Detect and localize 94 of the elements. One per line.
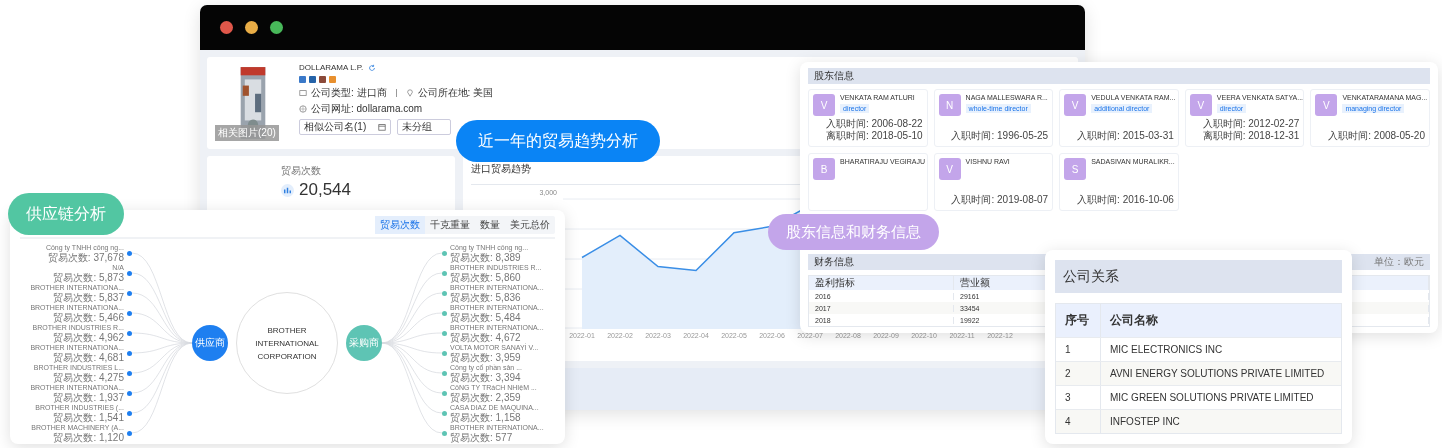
- node-dot[interactable]: [127, 290, 132, 296]
- section-title: 财务信息: [814, 255, 854, 269]
- node-dot[interactable]: [442, 350, 447, 356]
- select-field[interactable]: 相似公司名(1): [299, 119, 391, 135]
- trade-count: 贸易次数: 5,837: [53, 292, 124, 303]
- avatar: V: [938, 158, 961, 180]
- supplier-node[interactable]: 供应商: [192, 325, 228, 361]
- trade-count: 贸易次数: 1,158: [450, 412, 522, 423]
- company-website: 公司网址: dollarama.com: [311, 102, 423, 116]
- node-dot[interactable]: [127, 430, 132, 436]
- callout-badge: 供应链分析: [8, 193, 124, 235]
- select-field[interactable]: 未分组: [397, 119, 451, 135]
- node-dot[interactable]: [127, 330, 132, 336]
- avatar: V: [1315, 94, 1338, 116]
- callout-badge: 近一年的贸易趋势分析: [456, 120, 660, 162]
- node-dot[interactable]: [442, 430, 447, 436]
- node-dot[interactable]: [127, 350, 132, 356]
- refresh-icon[interactable]: [368, 63, 377, 72]
- column-header: 盈利指标: [809, 276, 954, 290]
- node-dot[interactable]: [442, 250, 447, 256]
- stat-value: 20,544: [299, 180, 351, 200]
- trade-count: 贸易次数: 577: [450, 432, 514, 443]
- node-dot[interactable]: [442, 330, 447, 336]
- column-header: 序号: [1056, 304, 1101, 337]
- trade-count: 贸易次数: 1,937: [53, 392, 124, 403]
- table-cell-text: INFOSTEP INC: [1109, 415, 1181, 429]
- company-name: DOLLARAMA L.P.: [299, 63, 364, 72]
- tag-icon: [299, 89, 307, 97]
- trade-count: 贸易次数: 37,678: [47, 252, 124, 263]
- node-dot[interactable]: [442, 370, 447, 376]
- trade-count: 贸易次数: 5,860: [450, 272, 522, 283]
- date-text: 离职时间: 2018-12-31: [1202, 130, 1300, 142]
- date-text: 离职时间: 2018-05-10: [825, 130, 923, 142]
- date-text: 入职时间: 2008-05-20: [1328, 130, 1425, 142]
- company-location: 公司所在地: 美国: [417, 86, 494, 100]
- node-dot[interactable]: [127, 310, 132, 316]
- node-dot[interactable]: [127, 390, 132, 396]
- table-cell: 2: [1056, 362, 1101, 385]
- trade-count: 贸易次数: 5,836: [450, 292, 522, 303]
- trade-count: 贸易次数: 4,275: [53, 372, 124, 383]
- chart-title: 进口贸易趋势: [471, 162, 531, 176]
- stat-label: 贸易次数: [281, 164, 322, 178]
- unit-label: 单位：欧元: [1374, 255, 1424, 269]
- date-text: 入职时间: 2012-02-27: [1202, 118, 1300, 130]
- callout-badge: 股东信息和财务信息: [768, 214, 939, 250]
- date-text: 入职时间: 1996-05-25: [951, 130, 1049, 142]
- avatar: N: [938, 94, 961, 116]
- trade-count: 贸易次数: 4,681: [53, 352, 124, 363]
- node-dot[interactable]: [127, 270, 132, 276]
- trade-count: 贸易次数: 5,484: [450, 312, 522, 323]
- node-dot[interactable]: [127, 410, 132, 416]
- tab[interactable]: 数量: [475, 216, 505, 234]
- trade-count: 贸易次数: 1,120: [53, 432, 124, 443]
- node-dot[interactable]: [127, 250, 132, 256]
- trade-count: 贸易次数: 4,672: [450, 332, 521, 343]
- table-cell-text: MIC ELECTRONICS INC: [1109, 343, 1224, 357]
- section-title: 股东信息: [814, 69, 854, 83]
- table-cell-text: AVNI ENERGY SOLUTIONS PRIVATE LIMITED: [1109, 367, 1326, 381]
- tab[interactable]: 千克重量: [425, 216, 475, 234]
- avatar: B: [813, 158, 835, 180]
- trade-count: 贸易次数: 4,962: [53, 332, 124, 343]
- node-dot[interactable]: [442, 270, 447, 276]
- location-icon: [405, 89, 414, 97]
- trade-count: 贸易次数: 1,541: [53, 412, 124, 423]
- date-text: 入职时间: 2015-03-31: [1077, 130, 1174, 142]
- node-dot[interactable]: [442, 410, 447, 416]
- avatar: V: [813, 94, 835, 116]
- date-text: 入职时间: 2019-08-07: [951, 194, 1049, 206]
- node-dot[interactable]: [127, 370, 132, 376]
- trade-count: 贸易次数: 5,466: [53, 312, 124, 323]
- node-dot[interactable]: [442, 310, 447, 316]
- trade-count: 贸易次数: 2,359: [450, 392, 522, 403]
- maximize-icon[interactable]: [270, 21, 283, 34]
- tab[interactable]: 贸易次数: [375, 216, 425, 234]
- avatar: V: [1064, 94, 1087, 116]
- trade-count: 贸易次数: 3,959: [450, 352, 522, 363]
- bar-chart-icon: [281, 183, 294, 197]
- date-text: 入职时间: 2016-10-06: [1077, 194, 1174, 206]
- table-cell: 4: [1056, 410, 1101, 433]
- table-cell-text: MIC GREEN SOLUTIONS PRIVATE LIMITED: [1109, 391, 1315, 405]
- company-type: 公司类型: 进口商: [311, 86, 387, 100]
- trade-count: 贸易次数: 3,394: [450, 372, 522, 383]
- trade-count: 贸易次数: 5,873: [53, 272, 124, 283]
- minimize-icon[interactable]: [245, 21, 258, 34]
- tab[interactable]: 美元总价: [505, 216, 555, 234]
- node-dot[interactable]: [442, 390, 447, 396]
- close-icon[interactable]: [220, 21, 233, 34]
- node-dot[interactable]: [442, 290, 447, 296]
- avatar: S: [1064, 158, 1087, 180]
- trade-count: 贸易次数: 8,389: [450, 252, 522, 263]
- globe-icon: [299, 105, 307, 113]
- date-text: 入职时间: 2006-08-22: [825, 118, 923, 130]
- avatar: V: [1189, 94, 1212, 116]
- calendar-icon[interactable]: [378, 123, 386, 131]
